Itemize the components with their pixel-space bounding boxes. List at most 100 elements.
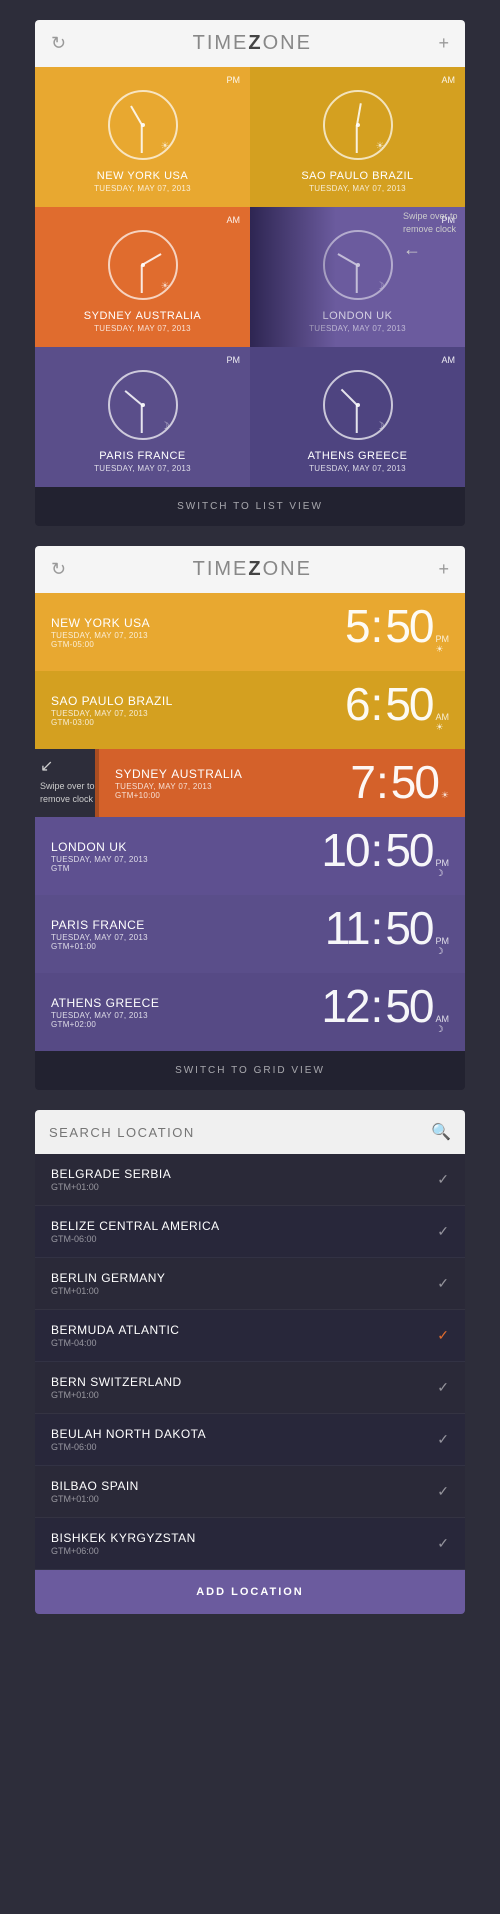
loc-name-belgrade: BELGRADE SERBIA [51,1167,171,1181]
list-date-newyork: TUESDAY, MAY 07, 2013GTM-05:00 [51,631,345,649]
swipe-hint-list: ↙ Swipe over to remove clock [40,756,120,806]
loc-gtm-belgrade: GTM+01:00 [51,1182,171,1192]
clock-cell-athens: AM ☽ ATHENS GREECE TUESDAY, MAY 07, 2013 [250,347,465,487]
sun-icon-list-saopaulo: ☀ [436,722,444,733]
hour-hand-london [337,253,357,266]
colon-sydney: : [376,759,389,805]
list-view-section: ↻ TIMEZONE + NEW YORK USA TUESDAY, MAY 0… [35,546,465,1090]
minute-hand-london [356,265,358,293]
location-info-beulah: BEULAH NORTH DAKOTA GTM-06:00 [51,1427,206,1452]
clock-center-london [356,263,360,267]
location-item-bermuda[interactable]: BERMUDA ATLANTIC GTM-04:00 ✓ [35,1310,465,1362]
clock-center-sydney [141,263,145,267]
minutes-newyork: 50 [385,603,432,649]
hour-hand-athens [340,389,357,406]
location-item-belize[interactable]: BELIZE CENTRAL AMERICA GTM-06:00 ✓ [35,1206,465,1258]
location-item-belgrade[interactable]: BELGRADE SERBIA GTM+01:00 ✓ [35,1154,465,1206]
location-item-bishkek[interactable]: BISHKEK KYRGYZSTAN GTM+06:00 ✓ [35,1518,465,1570]
hours-sydney: 7 [350,759,374,805]
check-icon-bern: ✓ [437,1379,449,1396]
suffix-london: PM ☽ [436,858,450,885]
search-icon[interactable]: 🔍 [431,1122,451,1142]
location-item-bern[interactable]: BERN SWITZERLAND GTM+01:00 ✓ [35,1362,465,1414]
minute-hand-saopaulo [356,125,358,153]
location-item-berlin[interactable]: BERLIN GERMANY GTM+01:00 ✓ [35,1258,465,1310]
location-list: BELGRADE SERBIA GTM+01:00 ✓ BELIZE CENTR… [35,1154,465,1570]
check-icon-bilbao: ✓ [437,1483,449,1500]
sun-icon-saopaulo: ☀ [376,141,385,152]
clock-saopaulo: ☀ [323,90,393,160]
list-city-name-athens: ATHENS GREECE [51,996,321,1010]
suffix-sydney: ☀ [441,790,449,807]
location-item-bilbao[interactable]: BILBAO SPAIN GTM+01:00 ✓ [35,1466,465,1518]
list-date-paris: TUESDAY, MAY 07, 2013GTM+01:00 [51,933,325,951]
list-date-london: TUESDAY, MAY 07, 2013GTM [51,855,321,873]
city-name-saopaulo: SAO PAULO BRAZIL [301,170,413,182]
search-input[interactable] [49,1125,431,1140]
swipe-hint-grid: Swipe over to remove clock ← [403,210,473,262]
location-info-bern: BERN SWITZERLAND GTM+01:00 [51,1375,182,1400]
time-label-paris: PM [227,355,241,365]
moon-icon-paris: ☽ [161,421,170,432]
colon-paris: : [371,905,384,951]
add-icon[interactable]: + [438,33,449,54]
check-icon-berlin: ✓ [437,1275,449,1292]
colon-saopaulo: : [371,681,384,727]
colon-london: : [371,827,384,873]
refresh-icon[interactable]: ↻ [51,33,66,54]
list-city-info-sydney: SYDNEY AUSTRALIA TUESDAY, MAY 07, 2013GT… [115,767,350,800]
clock-cell-sydney: AM ☀ SYDNEY AUSTRALIA TUESDAY, MAY 07, 2… [35,207,250,347]
hours-paris: 11 [325,905,369,951]
minutes-athens: 50 [385,983,432,1029]
moon-icon-list-london: ☽ [436,868,444,879]
list-app-header: ↻ TIMEZONE + [35,546,465,593]
list-city-name-sydney: SYDNEY AUSTRALIA [115,767,350,781]
moon-icon-list-paris: ☽ [436,946,444,957]
colon-athens: : [371,983,384,1029]
location-item-beulah[interactable]: BEULAH NORTH DAKOTA GTM-06:00 ✓ [35,1414,465,1466]
city-name-london: LONDON UK [323,310,393,322]
app-header: ↻ TIMEZONE + [35,20,465,67]
list-app-title: TIMEZONE [193,558,312,581]
add-location-button[interactable]: ADD LOCATION [35,1570,465,1614]
list-add-icon[interactable]: + [438,559,449,580]
clock-center-paris [141,403,145,407]
city-date-newyork: TUESDAY, MAY 07, 2013 [94,184,191,193]
location-info-belgrade: BELGRADE SERBIA GTM+01:00 [51,1167,171,1192]
hour-hand-paris [124,390,142,406]
list-city-name-london: LONDON UK [51,840,321,854]
list-row-athens: ATHENS GREECE TUESDAY, MAY 07, 2013GTM+0… [35,973,465,1051]
location-info-berlin: BERLIN GERMANY GTM+01:00 [51,1271,165,1296]
minutes-paris: 50 [385,905,432,951]
search-bar[interactable]: 🔍 [35,1110,465,1154]
list-city-info-newyork: NEW YORK USA TUESDAY, MAY 07, 2013GTM-05… [51,616,345,649]
list-date-sydney: TUESDAY, MAY 07, 2013GTM+10:00 [115,782,350,800]
clock-cell-paris: PM ☽ PARIS FRANCE TUESDAY, MAY 07, 2013 [35,347,250,487]
list-time-newyork: 5 : 50 PM ☀ [345,603,449,661]
clock-center-saopaulo [356,123,360,127]
loc-gtm-bilbao: GTM+01:00 [51,1494,139,1504]
colon-newyork: : [371,603,384,649]
loc-gtm-bishkek: GTM+06:00 [51,1546,196,1556]
clock-center-newyork [141,123,145,127]
city-date-london: TUESDAY, MAY 07, 2013 [309,324,406,333]
time-label-saopaulo: AM [442,75,456,85]
city-date-saopaulo: TUESDAY, MAY 07, 2013 [309,184,406,193]
list-city-info-paris: PARIS FRANCE TUESDAY, MAY 07, 2013GTM+01… [51,918,325,951]
sun-icon-list-sydney: ☀ [441,790,449,801]
check-icon-bishkek: ✓ [437,1535,449,1552]
list-city-info-london: LONDON UK TUESDAY, MAY 07, 2013GTM [51,840,321,873]
hours-athens: 12 [321,983,368,1029]
check-icon-beulah: ✓ [437,1431,449,1448]
switch-to-list-button[interactable]: SWITCH TO LIST VIEW [35,487,465,526]
list-refresh-icon[interactable]: ↻ [51,559,66,580]
clock-grid: PM ☀ NEW YORK USA TUESDAY, MAY 07, 2013 … [35,67,465,487]
switch-to-grid-button[interactable]: SWITCH TO GRID VIEW [35,1051,465,1090]
minute-hand-newyork [141,125,143,153]
list-city-info-saopaulo: SAO PAULO BRAZIL TUESDAY, MAY 07, 2013GT… [51,694,345,727]
clock-cell-newyork: PM ☀ NEW YORK USA TUESDAY, MAY 07, 2013 [35,67,250,207]
clock-center-athens [356,403,360,407]
moon-icon-athens: ☽ [376,421,385,432]
list-time-sydney: 7 : 50 ☀ [350,759,449,807]
time-list: NEW YORK USA TUESDAY, MAY 07, 2013GTM-05… [35,593,465,1051]
